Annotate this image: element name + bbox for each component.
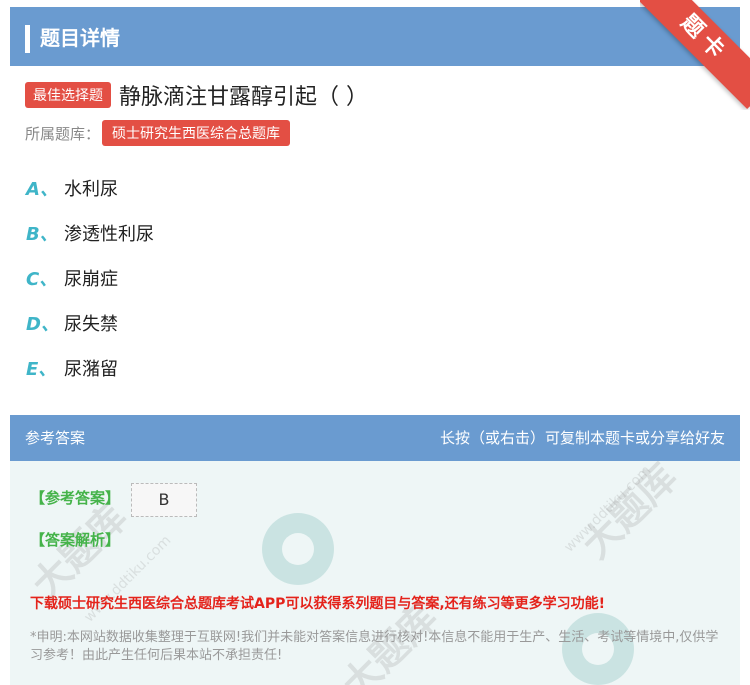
option-text: 尿崩症: [64, 269, 118, 290]
library-line: 所属题库： 硕士研究生西医综合总题库: [25, 120, 291, 146]
option-e[interactable]: E、 尿潴留: [26, 355, 118, 381]
analysis-label: 【答案解析】: [30, 531, 121, 549]
app-promo-link[interactable]: 下载硕士研究生西医综合总题库考试APP可以获得系列题目与答案,还有练习等更多学习…: [30, 593, 605, 613]
option-text: 尿潴留: [64, 359, 118, 380]
option-letter: E、: [26, 359, 57, 380]
option-b[interactable]: B、 渗透性利尿: [26, 220, 154, 246]
library-label: 所属题库：: [25, 124, 101, 143]
question-card-badge[interactable]: 题卡: [640, 0, 750, 110]
answer-body: 大题库 大题库 大题库 www.ddtiku.com www.ddtiku.co…: [10, 461, 740, 685]
answer-section-title: 参考答案: [25, 429, 86, 447]
answer-value: B: [131, 483, 197, 517]
option-letter: B、: [26, 224, 58, 245]
option-a[interactable]: A、 水利尿: [26, 175, 118, 201]
disclaimer: *申明:本网站数据收集整理于互联网!我们并未能对答案信息进行核对!本信息不能用于…: [30, 630, 719, 663]
question-type-badge: 最佳选择题: [25, 82, 111, 108]
option-letter: C、: [26, 269, 58, 290]
watermark-logo-icon: [262, 513, 334, 585]
header-bar: 题目详情: [10, 7, 740, 66]
answer-bar: 参考答案 长按（或右击）可复制本题卡或分享给好友: [10, 415, 740, 461]
answer-label: 【参考答案】: [30, 489, 121, 507]
option-letter: D、: [26, 314, 59, 335]
page-title: 题目详情: [40, 26, 120, 50]
option-text: 渗透性利尿: [64, 224, 154, 245]
option-d[interactable]: D、 尿失禁: [26, 310, 118, 336]
library-badge[interactable]: 硕士研究生西医综合总题库: [102, 120, 291, 146]
option-c[interactable]: C、 尿崩症: [26, 265, 118, 291]
share-hint: 长按（或右击）可复制本题卡或分享给好友: [439, 429, 725, 447]
question-line: 最佳选择题 静脉滴注甘露醇引起（ ）: [25, 80, 368, 110]
question-text: 静脉滴注甘露醇引起（ ）: [119, 85, 368, 110]
header-accent-bar: [25, 25, 30, 53]
corner-ribbon[interactable]: 题卡: [640, 0, 750, 110]
option-text: 水利尿: [64, 179, 118, 200]
option-letter: A、: [26, 179, 58, 200]
option-text: 尿失禁: [64, 314, 118, 335]
